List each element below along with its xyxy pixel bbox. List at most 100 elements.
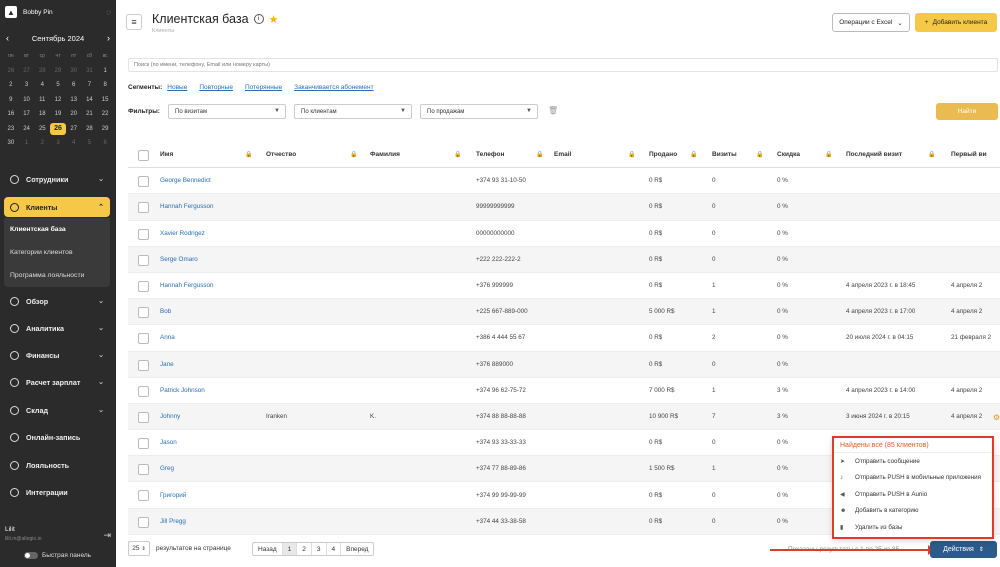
table-row[interactable]: Johnny Iranken K. +374 88 88-88-88 10 900 R$… bbox=[128, 403, 1000, 431]
col-discount[interactable]: Скидка bbox=[777, 142, 800, 167]
nav-loyalty[interactable]: Лояльность bbox=[4, 455, 110, 475]
cell-name[interactable]: George Bennedict bbox=[160, 168, 211, 193]
cell-name[interactable]: Hannah Fergusson bbox=[160, 273, 214, 298]
table-row[interactable]: Xavier Rodrigez 00000000000 0 R$ 0 0 % bbox=[128, 221, 1000, 247]
calendar-day[interactable]: 28 bbox=[34, 65, 50, 78]
cell-name[interactable]: Anna bbox=[160, 325, 175, 350]
cell-name[interactable]: Serge Omaro bbox=[160, 247, 198, 272]
action-delete[interactable]: ▮ Удалить из базы bbox=[834, 519, 992, 536]
calendar-day[interactable]: 23 bbox=[3, 123, 19, 136]
find-button[interactable]: Найти bbox=[936, 103, 998, 120]
star-icon[interactable]: ★ bbox=[269, 13, 279, 26]
calendar-day-today[interactable]: 26 bbox=[50, 122, 66, 135]
table-row[interactable]: Patrick Johnson +374 96 62-75-72 7 000 R$ 1… bbox=[128, 378, 1000, 404]
table-row[interactable]: Jane +376 889000 0 R$ 0 0 % bbox=[128, 351, 1000, 378]
action-add-category[interactable]: ☻ Добавить в категорию bbox=[834, 503, 992, 520]
table-row[interactable]: Serge Omaro +222 222-222-2 0 R$ 0 0 % bbox=[128, 246, 1000, 273]
calendar-day[interactable]: 17 bbox=[19, 108, 35, 121]
calendar-day[interactable]: 24 bbox=[19, 123, 35, 136]
calendar-day[interactable]: 28 bbox=[82, 123, 98, 136]
cell-name[interactable]: Johnny bbox=[160, 404, 180, 429]
calendar-day[interactable]: 6 bbox=[97, 137, 113, 150]
cell-name[interactable]: Jason bbox=[160, 430, 177, 455]
table-row[interactable]: Bob +225 667-889-000 5 000 R$ 1 0 % 4 апреля … bbox=[128, 299, 1000, 326]
calendar-day[interactable]: 1 bbox=[97, 65, 113, 78]
submenu-loyalty-program[interactable]: Программа лояльности bbox=[4, 264, 110, 287]
row-checkbox[interactable] bbox=[138, 464, 149, 476]
filter-clients-select[interactable]: По клиентам ▼ bbox=[294, 104, 412, 119]
settings-gear-icon[interactable]: ⚙ bbox=[993, 413, 1000, 422]
row-checkbox[interactable] bbox=[138, 490, 149, 502]
row-checkbox[interactable] bbox=[138, 307, 149, 319]
calendar-day[interactable]: 6 bbox=[66, 79, 82, 92]
segment-lost[interactable]: Потерянные bbox=[245, 84, 282, 91]
calendar-day[interactable]: 3 bbox=[19, 79, 35, 92]
calendar-day[interactable]: 31 bbox=[82, 65, 98, 78]
calendar-day[interactable]: 2 bbox=[3, 79, 19, 92]
calendar-day[interactable]: 3 bbox=[50, 137, 66, 150]
calendar-prev-icon[interactable]: ‹ bbox=[6, 33, 9, 43]
nav-integrations[interactable]: Интеграции bbox=[4, 482, 110, 502]
search-input[interactable] bbox=[128, 58, 998, 72]
nav-online-booking[interactable]: Онлайн-запись bbox=[4, 427, 110, 447]
select-all-checkbox[interactable] bbox=[138, 150, 149, 161]
cell-name[interactable]: Greg bbox=[160, 456, 174, 481]
calendar-day[interactable]: 4 bbox=[66, 137, 82, 150]
notification-icon[interactable]: ◌ bbox=[106, 8, 111, 17]
calendar-day[interactable]: 27 bbox=[66, 123, 82, 136]
calendar-day[interactable]: 7 bbox=[82, 79, 98, 92]
action-push-aunio[interactable]: ◀ Отправить PUSH в Aunio bbox=[834, 486, 992, 503]
col-last-visit[interactable]: Последний визит bbox=[846, 142, 902, 167]
calendar-day[interactable]: 30 bbox=[3, 137, 19, 150]
calendar-day[interactable]: 25 bbox=[34, 123, 50, 136]
calendar-day[interactable]: 5 bbox=[82, 137, 98, 150]
calendar-day[interactable]: 19 bbox=[50, 108, 66, 121]
cell-name[interactable]: Jill Pregg bbox=[160, 509, 186, 534]
nav-employees[interactable]: Сотрудники ⌄ bbox=[4, 169, 110, 189]
nav-salary[interactable]: Расчет зарплат ⌄ bbox=[4, 372, 110, 392]
info-icon[interactable]: i bbox=[253, 14, 264, 24]
page-4[interactable]: 4 bbox=[327, 543, 342, 555]
col-first-visit[interactable]: Первый ви bbox=[951, 142, 987, 167]
row-checkbox[interactable] bbox=[138, 411, 149, 423]
cell-name[interactable]: Xavier Rodrigez bbox=[160, 221, 205, 246]
col-name[interactable]: Имя bbox=[160, 142, 173, 167]
col-patronymic[interactable]: Отчество bbox=[266, 142, 296, 167]
submenu-client-base[interactable]: Клиентская база bbox=[4, 218, 110, 241]
calendar-day[interactable]: 5 bbox=[50, 79, 66, 92]
cell-name[interactable]: Patrick Johnson bbox=[160, 378, 205, 403]
add-client-button[interactable]: + Добавить клиента bbox=[915, 13, 997, 32]
calendar-day[interactable]: 27 bbox=[19, 65, 35, 78]
col-sold[interactable]: Продано bbox=[649, 142, 677, 167]
nav-warehouse[interactable]: Склад ⌄ bbox=[4, 400, 110, 420]
excel-operations-button[interactable]: Операции с Excel ⌄ bbox=[832, 13, 910, 32]
cell-name[interactable]: Jane bbox=[160, 352, 174, 377]
col-visits[interactable]: Визиты bbox=[712, 142, 737, 167]
actions-button[interactable]: Действия ⇕ bbox=[930, 541, 997, 558]
segment-expiring[interactable]: Заканчивается абонемент bbox=[294, 84, 373, 91]
segment-repeat[interactable]: Повторные bbox=[199, 84, 233, 91]
cell-name[interactable]: Bob bbox=[160, 299, 171, 324]
page-2[interactable]: 2 bbox=[297, 543, 312, 555]
calendar-next-icon[interactable]: › bbox=[107, 33, 110, 43]
row-checkbox[interactable] bbox=[138, 176, 149, 188]
cell-name[interactable]: Григорий bbox=[160, 482, 186, 507]
calendar-day[interactable]: 18 bbox=[34, 108, 50, 121]
col-surname[interactable]: Фамилия bbox=[370, 142, 400, 167]
calendar-day[interactable]: 29 bbox=[97, 123, 113, 136]
row-checkbox[interactable] bbox=[138, 254, 149, 266]
calendar-day[interactable]: 2 bbox=[34, 137, 50, 150]
table-row[interactable]: Hannah Fergusson +376 999999 0 R$ 1 0 % 4 апр… bbox=[128, 273, 1000, 300]
nav-overview[interactable]: Обзор ⌄ bbox=[4, 291, 110, 311]
toggle-switch[interactable] bbox=[24, 552, 38, 559]
submenu-client-categories[interactable]: Категории клиентов bbox=[4, 241, 110, 264]
user-box[interactable]: Lilit lilit.m@altegio.io ⇥ bbox=[5, 526, 111, 546]
row-checkbox[interactable] bbox=[138, 280, 149, 292]
calendar-day[interactable]: 14 bbox=[82, 94, 98, 107]
page-1[interactable]: 1 bbox=[282, 543, 298, 555]
calendar-day[interactable]: 11 bbox=[34, 94, 50, 107]
row-checkbox[interactable] bbox=[138, 333, 149, 345]
calendar-day[interactable]: 20 bbox=[66, 108, 82, 121]
calendar-day[interactable]: 12 bbox=[50, 94, 66, 107]
found-all-item[interactable]: Найдены все (85 клиентов) bbox=[834, 438, 992, 453]
